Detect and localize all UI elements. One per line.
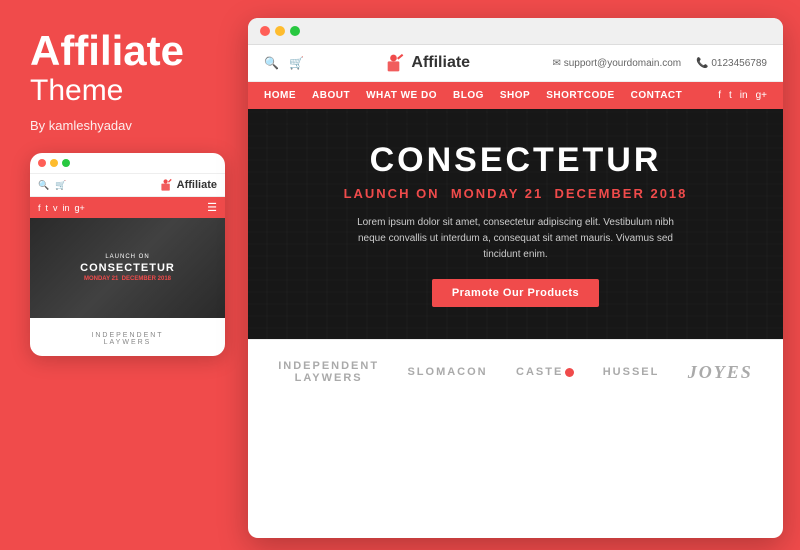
gplus-icon: g+ <box>75 203 85 213</box>
desktop-nav: HOME ABOUT WHAT WE DO BLOG SHOP SHORTCOD… <box>248 82 783 109</box>
casted-dot-icon <box>565 368 574 377</box>
vimeo-icon: v <box>53 203 58 213</box>
mobile-hero-title: CONSECTETUR <box>80 262 175 274</box>
mobile-mockup: 🔍 🛒 Affiliate f t v in g+ ☰ <box>30 153 225 356</box>
mobile-nav-bar: f t v in g+ ☰ <box>30 197 225 218</box>
nav-what-we-do[interactable]: WHAT WE DO <box>366 82 437 109</box>
hero-subtitle-prefix: LAUNCH ON <box>344 186 440 201</box>
desktop-logo: Affiliate <box>386 53 470 73</box>
facebook-icon: f <box>38 203 41 213</box>
nav-blog[interactable]: BLOG <box>453 82 484 109</box>
brand-author: By kamleshyadav <box>30 118 210 133</box>
desktop-header-left: 🔍 🛒 <box>264 56 304 70</box>
desktop-dot-red <box>260 26 270 36</box>
hero-subtitle: LAUNCH ON MONDAY 21 DECEMBER 2018 <box>344 186 688 201</box>
mobile-logo-text: Affiliate <box>177 179 217 191</box>
desktop-dot-yellow <box>275 26 285 36</box>
mobile-hero-launch: MONDAY 21 DECEMBER 2018 <box>80 276 175 282</box>
mobile-logo: Affiliate <box>160 178 217 192</box>
desktop-header-right: ✉ support@yourdomain.com 📞 0123456789 <box>553 58 767 69</box>
instagram-icon: in <box>63 203 70 213</box>
desktop-cart-icon[interactable]: 🛒 <box>289 56 304 70</box>
brand-casted: CASTE <box>516 366 574 378</box>
desktop-nav-links: HOME ABOUT WHAT WE DO BLOG SHOP SHORTCOD… <box>264 82 682 109</box>
mobile-cart-icon: 🛒 <box>55 180 66 191</box>
desktop-logo-svg <box>386 53 406 73</box>
mobile-logo-icon <box>160 178 174 192</box>
mobile-highlight: MONDAY 21 <box>84 276 118 282</box>
left-panel: Affiliate Theme By kamleshyadav 🔍 🛒 Affi… <box>0 0 240 550</box>
nav-shortcode[interactable]: SHORTCODE <box>546 82 614 109</box>
mobile-social-icons: f t v in g+ <box>38 203 85 213</box>
brand-subtitle: Theme <box>30 74 210 108</box>
brands-bar: INDEPENDENTLAYWERS SLOMACON CASTE HUSSEL… <box>248 339 783 404</box>
mobile-top-bar <box>30 153 225 173</box>
nav-tw-icon[interactable]: t <box>729 90 732 101</box>
desktop-hero: CONSECTETUR LAUNCH ON MONDAY 21 DECEMBER… <box>248 109 783 339</box>
hero-main-title: CONSECTETUR <box>344 141 688 180</box>
mobile-hero-small: LAUNCH ON <box>80 254 175 260</box>
desktop-dot-green <box>290 26 300 36</box>
mobile-search-icon: 🔍 <box>38 180 49 191</box>
desktop-mockup: 🔍 🛒 Affiliate ✉ support@yourdomain.com 📞… <box>248 18 783 538</box>
hero-highlight: MONDAY 21 <box>451 186 543 201</box>
nav-shop[interactable]: SHOP <box>500 82 530 109</box>
brand-independent: INDEPENDENTLAYWERS <box>278 360 379 384</box>
brand-hussel: HUSSEL <box>603 366 660 378</box>
mobile-header: 🔍 🛒 Affiliate <box>30 173 225 197</box>
dot-red <box>38 159 46 167</box>
brand-title: Affiliate <box>30 30 210 72</box>
support-email: ✉ support@yourdomain.com <box>553 58 682 69</box>
phone-number: 📞 0123456789 <box>696 58 767 69</box>
hero-content: CONSECTETUR LAUNCH ON MONDAY 21 DECEMBER… <box>324 121 708 327</box>
mobile-hero: LAUNCH ON CONSECTETUR MONDAY 21 DECEMBER… <box>30 218 225 318</box>
brand-joyes: Joyes <box>688 362 753 383</box>
desktop-header: 🔍 🛒 Affiliate ✉ support@yourdomain.com 📞… <box>248 45 783 82</box>
nav-home[interactable]: HOME <box>264 82 296 109</box>
dot-yellow <box>50 159 58 167</box>
hero-subtitle-suffix: DECEMBER 2018 <box>554 186 687 201</box>
nav-g-icon[interactable]: g+ <box>756 90 767 101</box>
desktop-top-bar <box>248 18 783 45</box>
desktop-nav-social: f t in g+ <box>718 90 767 101</box>
mobile-date: DECEMBER 2018 <box>122 276 171 282</box>
twitter-icon: t <box>46 203 49 213</box>
casted-text: CASTE <box>516 366 563 378</box>
mobile-footer-text: INDEPENDENTLAYWERS <box>30 318 225 356</box>
hamburger-icon[interactable]: ☰ <box>207 201 217 214</box>
promote-button[interactable]: Pramote Our Products <box>432 279 599 307</box>
desktop-logo-text: Affiliate <box>411 54 470 72</box>
nav-fb-icon[interactable]: f <box>718 90 721 101</box>
desktop-search-icon[interactable]: 🔍 <box>264 56 279 70</box>
mobile-hero-content: LAUNCH ON CONSECTETUR MONDAY 21 DECEMBER… <box>80 254 175 282</box>
dot-green <box>62 159 70 167</box>
nav-contact[interactable]: CONTACT <box>631 82 683 109</box>
brand-slomacon: SLOMACON <box>407 366 487 378</box>
nav-about[interactable]: ABOUT <box>312 82 350 109</box>
nav-in-icon[interactable]: in <box>740 90 748 101</box>
hero-description: Lorem ipsum dolor sit amet, consectetur … <box>355 215 675 263</box>
mobile-search-cart-icons: 🔍 🛒 <box>38 180 66 191</box>
